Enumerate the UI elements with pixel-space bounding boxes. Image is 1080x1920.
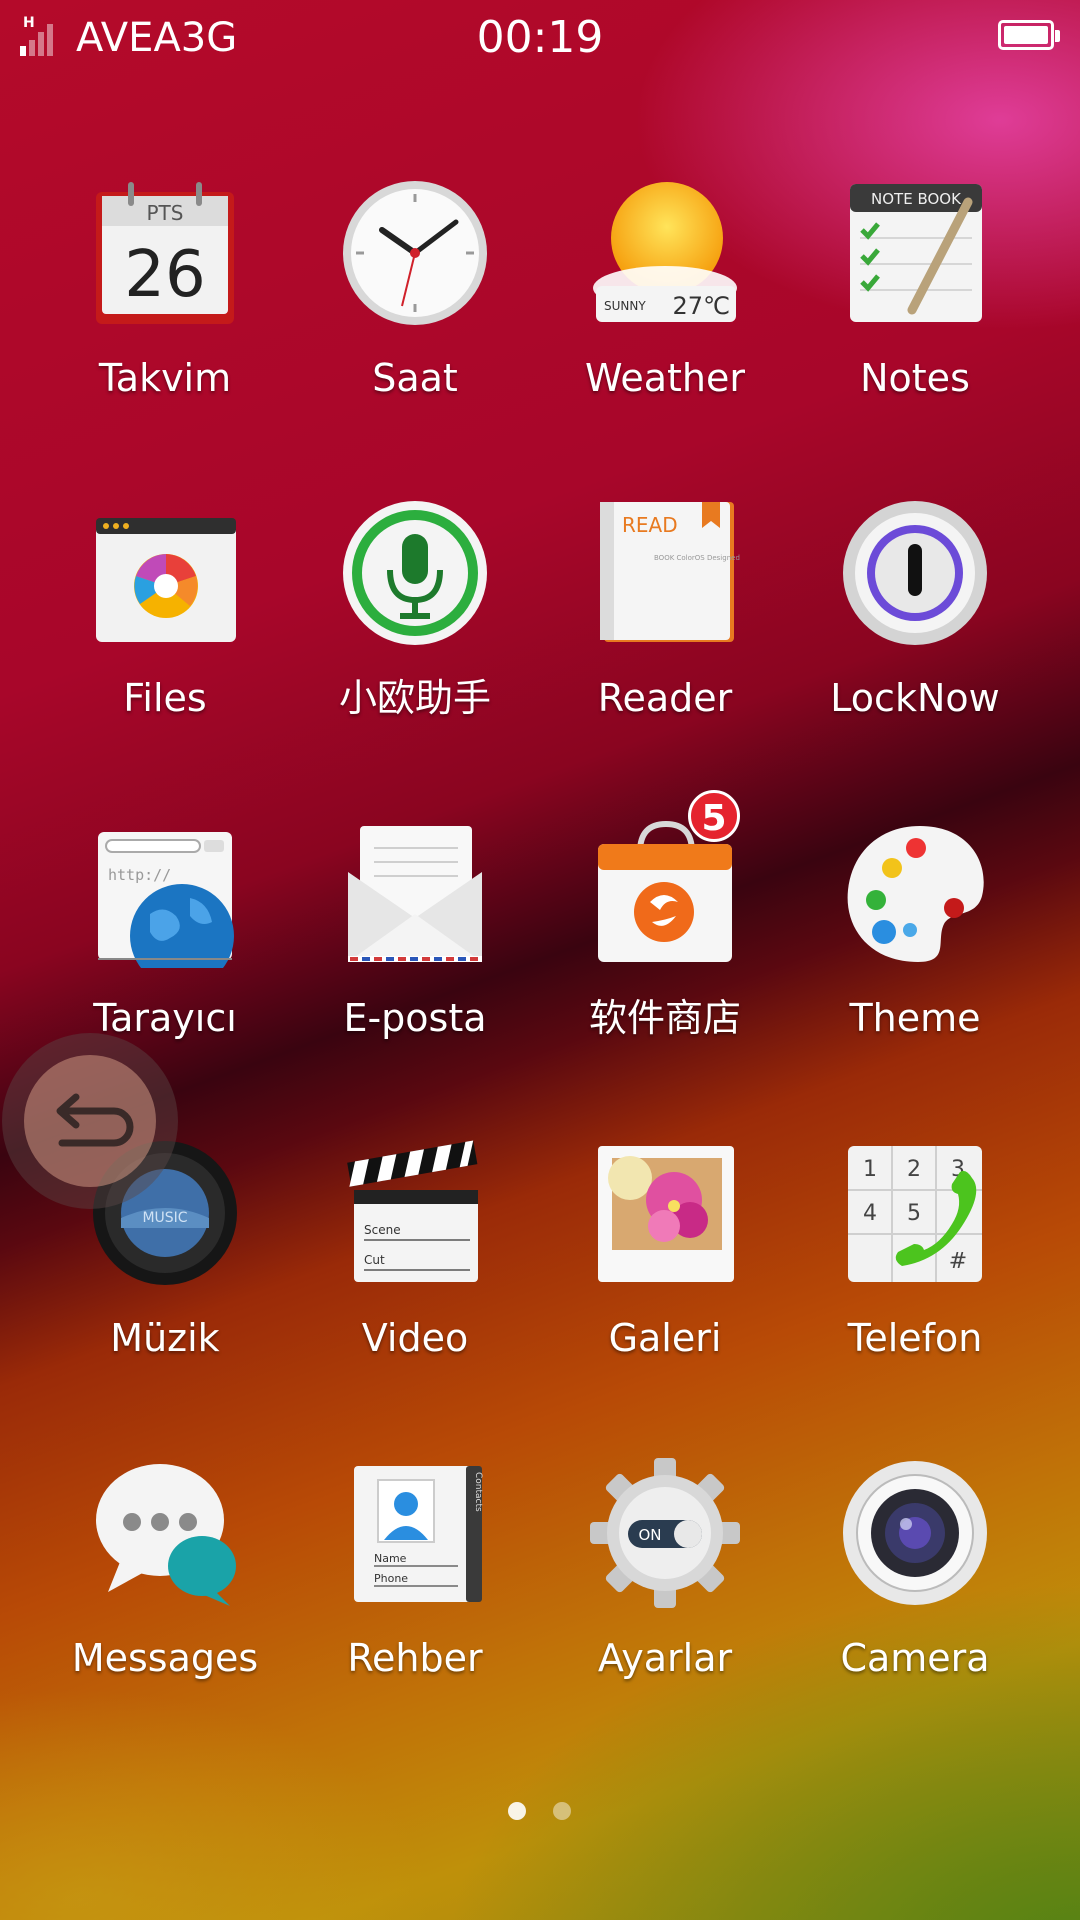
phone-icon: 1 2 3 4 5 # bbox=[848, 1146, 982, 1282]
app-label: Video bbox=[361, 1316, 469, 1360]
video-scene-label: Scene bbox=[364, 1223, 401, 1237]
app-label: Reader bbox=[597, 676, 733, 720]
reader-title: READ bbox=[622, 513, 678, 537]
app-label: Messages bbox=[71, 1636, 259, 1680]
app-label: LockNow bbox=[830, 676, 1000, 720]
phone-key-1: 1 bbox=[863, 1157, 877, 1182]
phone-key-5: 5 bbox=[907, 1201, 921, 1226]
app-rehber[interactable]: Contacts Name Phone Rehber bbox=[290, 1428, 540, 1728]
app-label: Files bbox=[123, 676, 207, 720]
app-label: E-posta bbox=[343, 996, 487, 1040]
app-label: Telefon bbox=[847, 1316, 983, 1360]
app-notes[interactable]: NOTE BOOK Notes bbox=[790, 148, 1040, 448]
weather-icon: SUNNY 27℃ bbox=[593, 182, 737, 322]
video-cut-label: Cut bbox=[364, 1253, 385, 1267]
app-label: Camera bbox=[840, 1636, 990, 1680]
contacts-name-label: Name bbox=[374, 1552, 407, 1565]
app-locknow[interactable]: LockNow bbox=[790, 468, 1040, 768]
app-label: Müzik bbox=[110, 1316, 220, 1360]
email-icon bbox=[348, 826, 482, 962]
page-indicator bbox=[0, 1796, 1080, 1826]
app-messages[interactable]: Messages bbox=[40, 1428, 290, 1728]
calendar-day-number: 26 bbox=[124, 238, 205, 312]
app-label: Notes bbox=[860, 356, 970, 400]
notification-badge: 5 bbox=[688, 790, 740, 842]
app-label: Rehber bbox=[347, 1636, 483, 1680]
back-arrow-icon bbox=[56, 1093, 134, 1147]
app-camera[interactable]: Camera bbox=[790, 1428, 1040, 1728]
reader-icon: READ BOOK ColorOS Designed bbox=[600, 502, 740, 642]
app-weather[interactable]: SUNNY 27℃ Weather bbox=[540, 148, 790, 448]
settings-gear-icon: ON bbox=[590, 1458, 740, 1608]
app-video[interactable]: Scene Cut Video bbox=[290, 1108, 540, 1408]
page-dot-1[interactable] bbox=[508, 1802, 526, 1820]
app-store[interactable]: 软件商店 bbox=[540, 788, 790, 1088]
app-reader[interactable]: READ BOOK ColorOS Designed Reader bbox=[540, 468, 790, 768]
clapperboard-icon: Scene Cut bbox=[347, 1140, 478, 1282]
lock-icon bbox=[843, 501, 987, 645]
app-saat[interactable]: Saat bbox=[290, 148, 540, 448]
app-assistant[interactable]: 小欧助手 bbox=[290, 468, 540, 768]
contacts-tab: Contacts bbox=[473, 1472, 483, 1512]
calendar-icon: PTS 26 bbox=[96, 182, 234, 324]
app-ayarlar[interactable]: ON Ayarlar bbox=[540, 1428, 790, 1728]
reader-subtitle: BOOK ColorOS Designed bbox=[654, 554, 740, 562]
contacts-phone-label: Phone bbox=[374, 1572, 408, 1585]
calendar-day-abbr: PTS bbox=[147, 201, 184, 225]
notes-icon: NOTE BOOK bbox=[850, 184, 982, 322]
app-label: Ayarlar bbox=[597, 1636, 733, 1680]
settings-toggle-text: ON bbox=[638, 1526, 661, 1544]
weather-temperature: 27℃ bbox=[673, 292, 731, 320]
app-takvim[interactable]: PTS 26 Takvim bbox=[40, 148, 290, 448]
app-label: Saat bbox=[372, 356, 458, 400]
app-telefon[interactable]: 1 2 3 4 5 # Telefon bbox=[790, 1108, 1040, 1408]
phone-key-hash: # bbox=[949, 1249, 967, 1274]
phone-key-2: 2 bbox=[907, 1157, 921, 1182]
status-bar: H AVEA3G 00:19 bbox=[0, 0, 1080, 80]
files-icon bbox=[96, 518, 236, 642]
phone-key-4: 4 bbox=[863, 1201, 877, 1226]
palette-icon bbox=[847, 826, 984, 962]
status-time: 00:19 bbox=[476, 12, 604, 63]
app-label: Theme bbox=[849, 996, 981, 1040]
app-label: Galeri bbox=[608, 1316, 722, 1360]
browser-url: http:// bbox=[108, 866, 171, 884]
camera-icon bbox=[843, 1461, 987, 1605]
browser-icon: http:// bbox=[98, 832, 234, 968]
app-files[interactable]: Files bbox=[40, 468, 290, 768]
clock-icon bbox=[343, 181, 487, 325]
gallery-icon bbox=[598, 1146, 734, 1282]
app-galeri[interactable]: Galeri bbox=[540, 1108, 790, 1408]
notes-header: NOTE BOOK bbox=[871, 190, 962, 208]
app-label: 小欧助手 bbox=[338, 676, 491, 720]
messages-icon bbox=[96, 1464, 236, 1606]
microphone-icon bbox=[343, 501, 487, 645]
app-eposta[interactable]: E-posta bbox=[290, 788, 540, 1088]
page-dot-2[interactable] bbox=[553, 1802, 571, 1820]
app-theme[interactable]: Theme bbox=[790, 788, 1040, 1088]
floating-back-button[interactable] bbox=[2, 1033, 178, 1209]
weather-condition: SUNNY bbox=[604, 299, 646, 313]
music-text: MUSIC bbox=[142, 1210, 187, 1226]
app-label: 软件商店 bbox=[588, 996, 741, 1040]
app-label: Takvim bbox=[98, 356, 232, 400]
battery-icon bbox=[998, 20, 1060, 50]
app-label: Weather bbox=[585, 356, 745, 400]
contacts-icon: Contacts Name Phone bbox=[354, 1466, 483, 1602]
